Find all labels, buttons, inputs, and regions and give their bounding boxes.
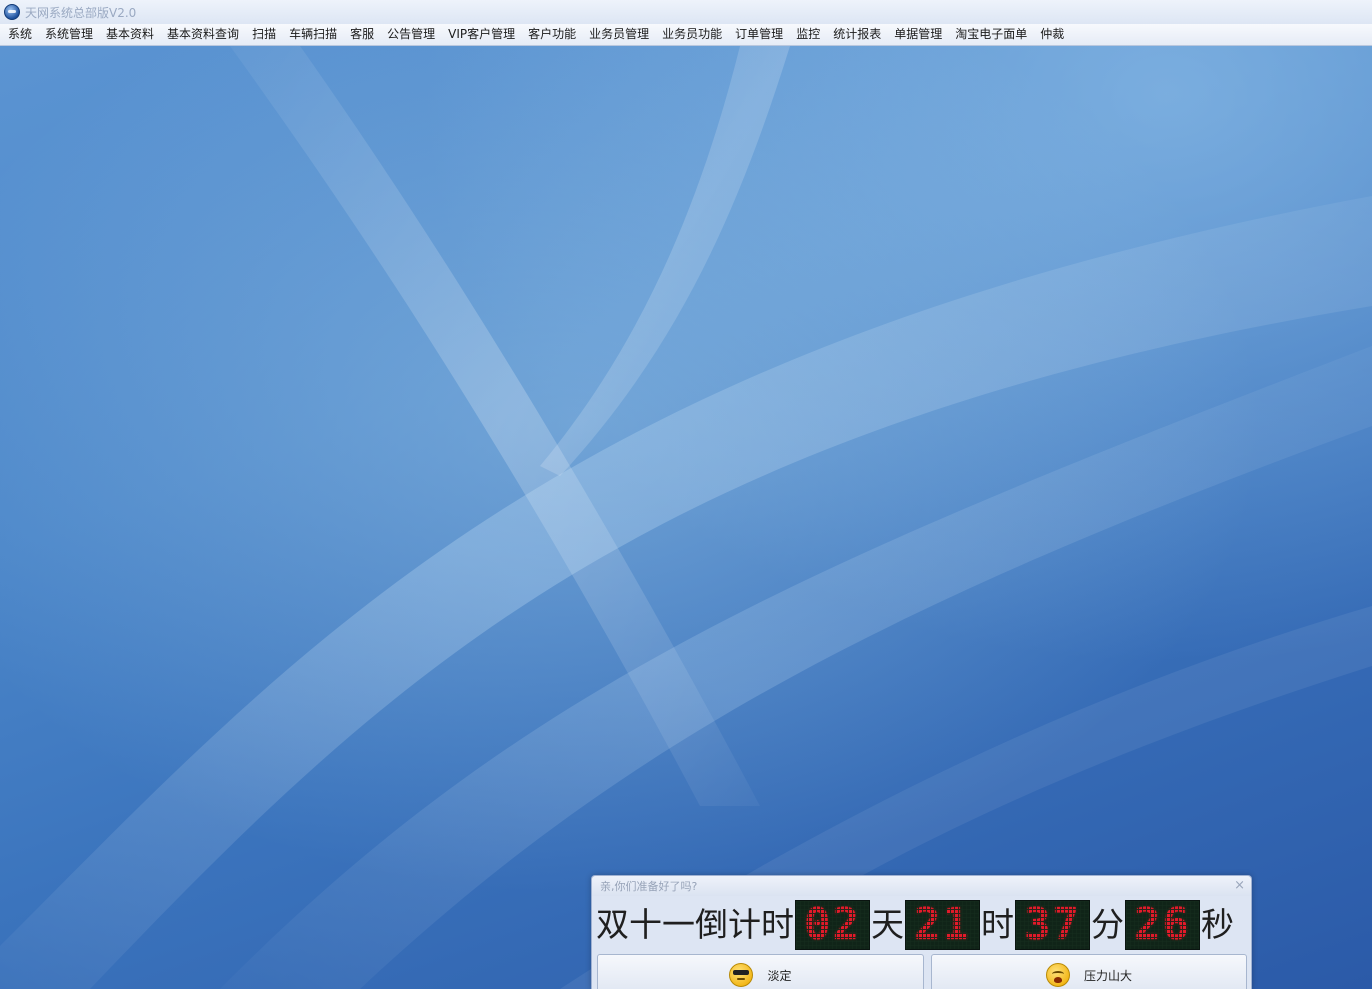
menu-item-arbitration[interactable]: 仲裁 bbox=[1033, 24, 1070, 45]
stressed-button-label: 压力山大 bbox=[1083, 968, 1132, 983]
app-window: 天网系统总部版V2.0 系统 系统管理 基本资料 基本资料查询 扫描 车辆扫描 … bbox=[0, 0, 1372, 989]
menu-item-basic-data[interactable]: 基本资料 bbox=[99, 24, 160, 45]
menu-item-system-management[interactable]: 系统管理 bbox=[38, 24, 99, 45]
menu-item-system[interactable]: 系统 bbox=[0, 24, 38, 45]
days-unit: 天 bbox=[871, 905, 904, 944]
popup-title-bar: 亲,你们准备好了吗? bbox=[592, 876, 1251, 896]
seconds-value: 26 bbox=[1134, 900, 1191, 950]
minutes-value: 37 bbox=[1024, 900, 1081, 950]
menu-item-vip-customer-management[interactable]: VIP客户管理 bbox=[441, 24, 521, 45]
menu-item-customer-functions[interactable]: 客户功能 bbox=[521, 24, 582, 45]
menu-item-basic-data-query[interactable]: 基本资料查询 bbox=[160, 24, 245, 45]
menu-item-scan[interactable]: 扫描 bbox=[245, 24, 282, 45]
hours-display: 21 bbox=[905, 900, 980, 950]
window-title: 天网系统总部版V2.0 bbox=[25, 5, 137, 20]
menu-item-vehicle-scan[interactable]: 车辆扫描 bbox=[282, 24, 343, 45]
wallpaper-light-streaks bbox=[0, 46, 1372, 989]
countdown-prefix: 双十一倒计时 bbox=[596, 905, 794, 944]
minutes-unit: 分 bbox=[1091, 905, 1124, 944]
app-logo-icon bbox=[4, 4, 20, 20]
menu-item-document-management[interactable]: 单据管理 bbox=[887, 24, 948, 45]
menu-item-order-management[interactable]: 订单管理 bbox=[728, 24, 789, 45]
calm-button[interactable]: 淡定 bbox=[597, 954, 924, 989]
seconds-display: 26 bbox=[1125, 900, 1200, 950]
calm-button-label: 淡定 bbox=[767, 968, 792, 983]
countdown-display: 双十一倒计时 02 天 21 时 37 分 26 秒 bbox=[596, 900, 1234, 950]
title-bar: 天网系统总部版V2.0 bbox=[0, 0, 1372, 25]
stressed-button[interactable]: 压力山大 bbox=[931, 954, 1247, 989]
menu-item-salesperson-management[interactable]: 业务员管理 bbox=[582, 24, 655, 45]
minutes-display: 37 bbox=[1015, 900, 1090, 950]
stressed-face-icon bbox=[1045, 963, 1070, 987]
close-icon[interactable]: × bbox=[1234, 878, 1245, 894]
menu-bar: 系统 系统管理 基本资料 基本资料查询 扫描 车辆扫描 客服 公告管理 VIP客… bbox=[0, 24, 1372, 46]
menu-item-customer-service[interactable]: 客服 bbox=[343, 24, 380, 45]
menu-item-taobao-e-waybill[interactable]: 淘宝电子面单 bbox=[948, 24, 1033, 45]
days-value: 02 bbox=[804, 900, 861, 950]
menu-item-salesperson-functions[interactable]: 业务员功能 bbox=[655, 24, 728, 45]
popup-title: 亲,你们准备好了吗? bbox=[600, 880, 698, 893]
countdown-popup: 亲,你们准备好了吗? × 双十一倒计时 02 天 21 时 37 分 26 秒 … bbox=[591, 875, 1252, 989]
seconds-unit: 秒 bbox=[1201, 905, 1234, 944]
menu-item-statistics-reports[interactable]: 统计报表 bbox=[826, 24, 887, 45]
days-display: 02 bbox=[795, 900, 870, 950]
desktop-background bbox=[0, 46, 1372, 989]
cool-face-icon bbox=[729, 963, 754, 987]
hours-unit: 时 bbox=[981, 905, 1014, 944]
hours-value: 21 bbox=[914, 900, 971, 950]
menu-item-monitoring[interactable]: 监控 bbox=[789, 24, 826, 45]
menu-item-announcement-management[interactable]: 公告管理 bbox=[380, 24, 441, 45]
